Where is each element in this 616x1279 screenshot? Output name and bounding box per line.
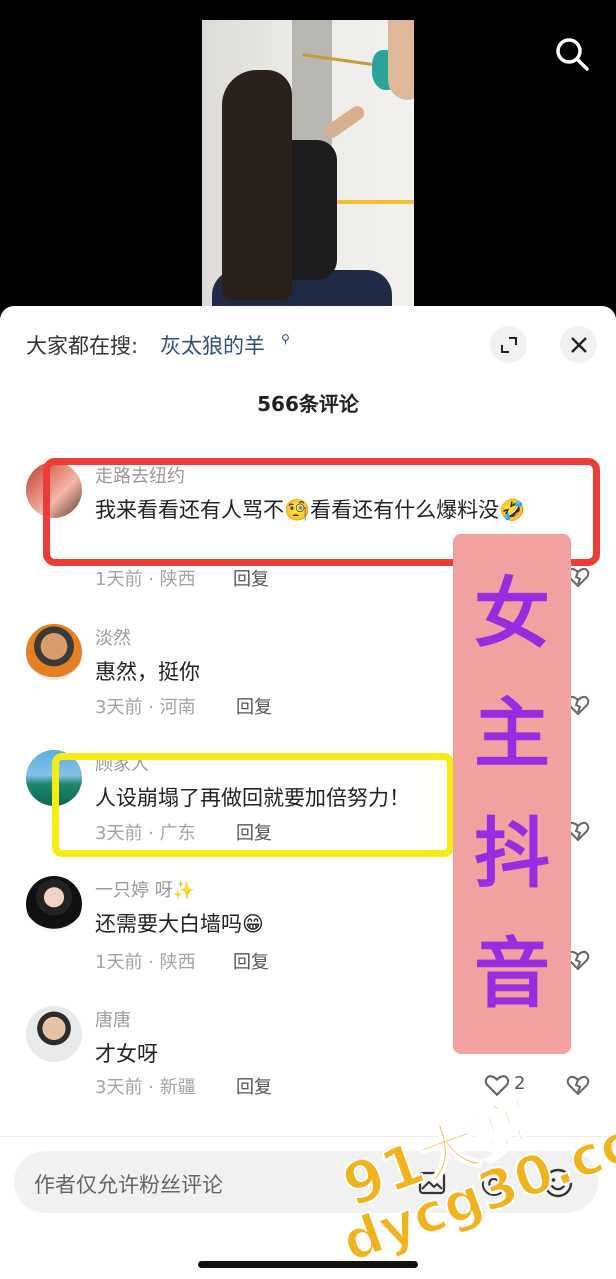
expand-button[interactable]: [490, 326, 527, 363]
avatar[interactable]: [26, 876, 82, 932]
overlay-char: 音: [474, 929, 550, 1018]
close-icon: [570, 336, 587, 353]
comment-author[interactable]: 淡然: [95, 624, 131, 650]
video-tape-line: [337, 200, 414, 204]
reply-button[interactable]: 回复: [236, 693, 272, 719]
comment-meta: 3天前 · 新疆: [95, 1077, 196, 1098]
avatar[interactable]: [26, 624, 82, 680]
comment-input-placeholder: 作者仅允许粉丝评论: [34, 1173, 223, 1197]
video-area[interactable]: [0, 0, 616, 320]
video-person-hair: [222, 70, 292, 300]
search-icon[interactable]: [554, 36, 590, 72]
video-thumbnail[interactable]: [202, 20, 414, 320]
comment-author[interactable]: 一只婷 呀✨: [95, 876, 195, 902]
reply-button[interactable]: 回复: [233, 948, 269, 974]
expand-icon: [500, 336, 517, 353]
overlay-char: 抖: [474, 809, 550, 898]
reply-button[interactable]: 回复: [233, 565, 269, 591]
overlay-caption-card: 女 主 抖 音: [453, 534, 571, 1054]
comment-meta: 1天前 · 陕西: [95, 952, 196, 973]
comment-count: 566条评论: [257, 392, 359, 416]
comment-author[interactable]: 唐唐: [95, 1006, 131, 1032]
trending-search-icon: ⚲: [281, 332, 290, 346]
video-mural-face: [388, 20, 414, 100]
comment-meta: 3天前 · 河南: [95, 697, 196, 718]
close-button[interactable]: [560, 326, 597, 363]
avatar[interactable]: [26, 1006, 82, 1062]
highlight-box-yellow: [52, 753, 454, 857]
overlay-char: 主: [474, 689, 550, 778]
trending-search-link[interactable]: 灰太狼的羊: [160, 330, 265, 360]
comment-meta: 1天前 · 陕西: [95, 569, 196, 590]
reply-button[interactable]: 回复: [236, 1073, 272, 1099]
overlay-char: 女: [474, 569, 550, 658]
trending-prefix: 大家都在搜:: [26, 334, 139, 358]
comments-header: 大家都在搜: 灰太狼的羊 ⚲: [0, 306, 616, 386]
